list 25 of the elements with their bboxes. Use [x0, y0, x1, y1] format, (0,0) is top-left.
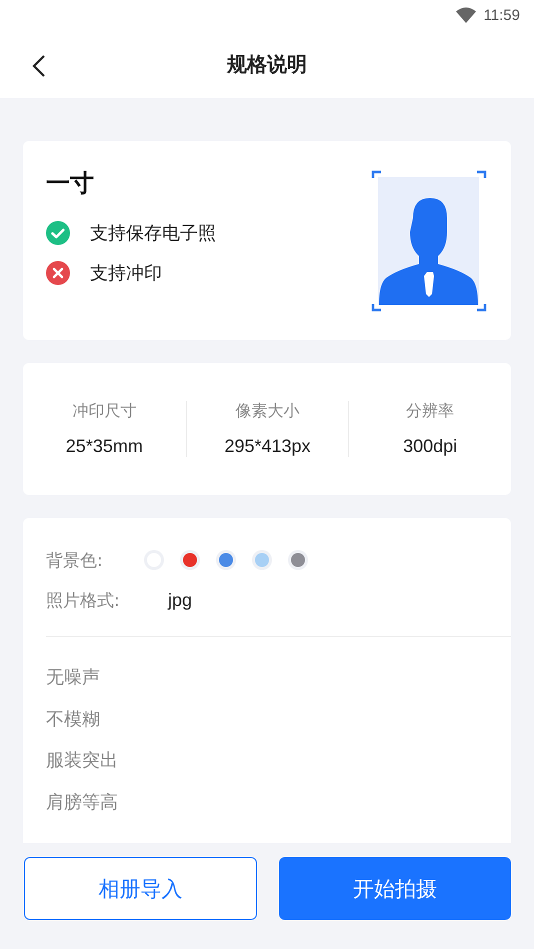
color-dot[interactable] — [183, 553, 197, 567]
color-dot[interactable] — [291, 553, 305, 567]
size-label: 冲印尺寸 — [72, 401, 136, 422]
format-value: jpg — [168, 590, 192, 610]
requirement-text: 肩膀等高 — [46, 790, 119, 814]
page-title: 规格说明 — [227, 50, 307, 78]
wifi-icon — [456, 7, 476, 23]
color-dot[interactable] — [219, 553, 233, 567]
requirement-text: 无噪声 — [46, 666, 101, 690]
format-label: 照片格式: — [46, 590, 121, 612]
import-button[interactable]: 相册导入 — [24, 857, 256, 920]
spec-name: 一寸 — [46, 168, 95, 199]
requirement-text: 不模糊 — [46, 708, 101, 732]
size-label: 像素大小 — [235, 401, 300, 422]
size-value: 300dpi — [403, 436, 458, 457]
feature-label: 支持保存电子照 — [90, 222, 216, 245]
color-dot[interactable] — [255, 553, 269, 567]
size-value: 25*35mm — [66, 436, 143, 457]
background-label: 背景色: — [46, 550, 104, 572]
shoot-button[interactable]: 开始拍摄 — [278, 857, 511, 920]
size-value: 295*413px — [224, 436, 311, 457]
feature-label: 支持冲印 — [90, 262, 162, 285]
status-time: 11:59 — [484, 6, 520, 24]
size-label: 分辨率 — [406, 401, 454, 422]
requirement-text: 服装突出 — [46, 749, 119, 773]
